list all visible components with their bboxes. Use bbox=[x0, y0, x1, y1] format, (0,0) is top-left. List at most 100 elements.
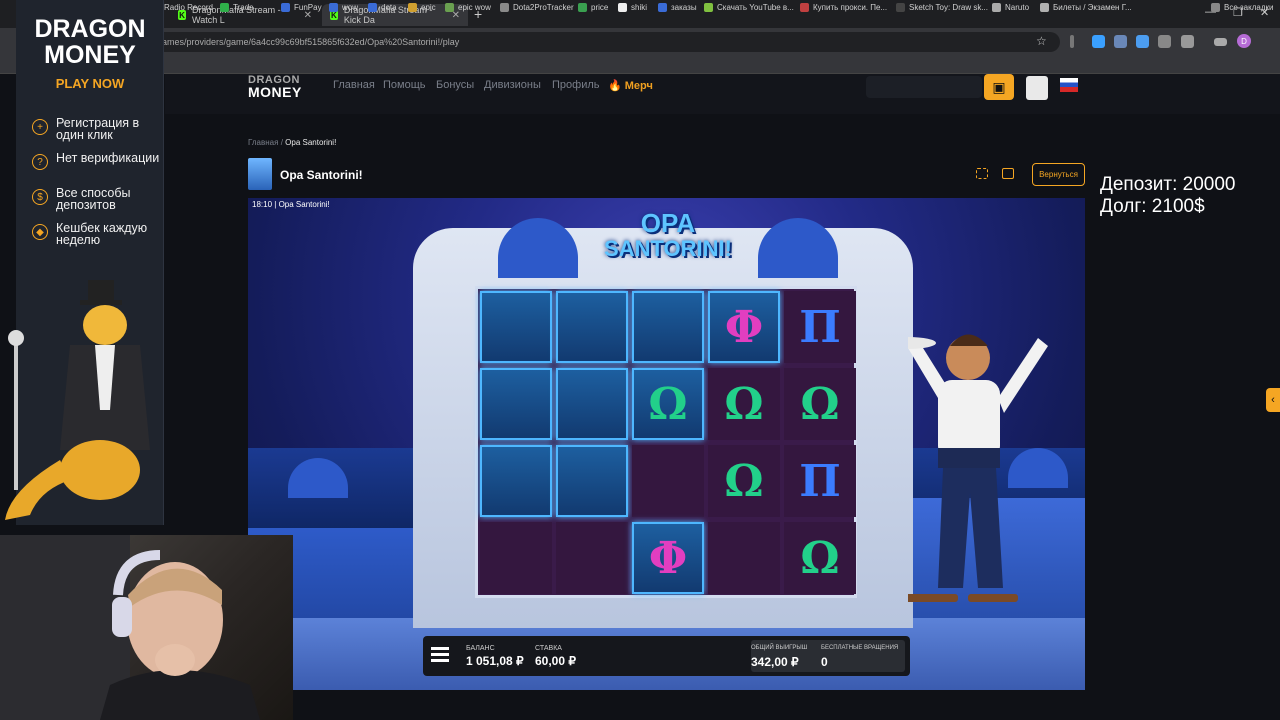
game-control-bar: БАЛАНС 1 051,08 ₽ СТАВКА 60,00 ₽ ОБЩИЙ В… bbox=[423, 636, 910, 676]
extension-icon[interactable] bbox=[1136, 35, 1149, 48]
omega-symbol: Ω bbox=[708, 445, 780, 517]
ad-title: DRAGON MONEY bbox=[34, 15, 146, 69]
menu-icon[interactable] bbox=[1214, 38, 1227, 46]
bookmark-item[interactable]: Dota2ProTracker bbox=[500, 3, 574, 12]
reel-grid: ΦΠΩΩΩΩΠΦΩ bbox=[475, 286, 857, 598]
nav-merch[interactable]: 🔥 Мерч bbox=[608, 79, 653, 92]
fullscreen-icon[interactable] bbox=[976, 168, 988, 179]
breadcrumb: Главная / Opa Santorini! bbox=[248, 138, 337, 147]
folder-icon bbox=[1211, 3, 1220, 12]
nav-divisions[interactable]: Дивизионы bbox=[484, 79, 541, 91]
bookmark-item[interactable]: FunPay bbox=[281, 3, 322, 12]
bookmark-item[interactable]: Sketch Toy: Draw sk... bbox=[896, 3, 988, 12]
bookmark-item[interactable]: Скачать YouTube в... bbox=[704, 3, 794, 12]
bookmark-item[interactable]: epic bbox=[408, 3, 436, 12]
theater-mode-icon[interactable] bbox=[1002, 168, 1014, 179]
pi-symbol: Π bbox=[784, 291, 856, 363]
bookmark-item[interactable]: Trade bbox=[220, 3, 254, 12]
reel-cell-empty bbox=[556, 291, 628, 363]
nav-home[interactable]: Главная bbox=[333, 79, 375, 91]
bookmark-icon bbox=[704, 3, 713, 12]
nav-bonuses[interactable]: Бонусы bbox=[436, 79, 474, 91]
omega-symbol: Ω bbox=[632, 368, 704, 440]
bookmark-item[interactable]: Radio Record bbox=[164, 3, 213, 12]
bookmark-icon bbox=[992, 3, 1001, 12]
site-logo[interactable]: DRAGON MONEY bbox=[248, 74, 302, 99]
user-avatar[interactable] bbox=[1026, 76, 1048, 100]
extension-icon[interactable] bbox=[1114, 35, 1127, 48]
pi-symbol: Π bbox=[784, 445, 856, 517]
language-flag-icon[interactable] bbox=[1060, 78, 1078, 92]
reel-cell-dark bbox=[708, 522, 780, 594]
wallet-icon[interactable]: ▣ bbox=[984, 74, 1014, 100]
extension-icon[interactable] bbox=[1070, 35, 1074, 48]
chevron-left-icon[interactable]: ‹ bbox=[1266, 388, 1280, 412]
bookmark-item[interactable]: Naruto bbox=[992, 3, 1029, 12]
breadcrumb-home[interactable]: Главная bbox=[248, 138, 278, 147]
total-win-value: 342,00 ₽ bbox=[751, 655, 799, 669]
debt-text: Долг: 2100$ bbox=[1100, 196, 1205, 217]
bookmark-star-icon[interactable]: ☆ bbox=[1036, 34, 1047, 48]
breadcrumb-current: Opa Santorini! bbox=[285, 138, 337, 147]
bookmark-item[interactable]: Купить прокси. Пе... bbox=[800, 3, 887, 12]
game-frame[interactable]: OPA SANTORINI! 18:10 | Opa Santorini! Φ Π… bbox=[248, 198, 1085, 690]
bookmark-item[interactable]: заказы bbox=[658, 3, 697, 12]
dome-top-left bbox=[498, 218, 578, 278]
ad-feature: ? Нет верификации bbox=[32, 152, 162, 170]
game-thumbnail bbox=[248, 158, 272, 190]
free-spins-label: БЕСПЛАТНЫЕ ВРАЩЕНИЯ bbox=[821, 645, 899, 651]
dragon-mascot bbox=[5, 280, 150, 520]
extension-icon[interactable] bbox=[1092, 35, 1105, 48]
plus-icon: + bbox=[32, 119, 48, 135]
nav-profile[interactable]: Профиль bbox=[552, 79, 600, 91]
nav-help[interactable]: Помощь bbox=[383, 79, 426, 91]
free-spins-value: 0 bbox=[821, 655, 828, 669]
streamer-figure bbox=[0, 535, 260, 720]
balance-label: БАЛАНС bbox=[466, 645, 495, 652]
fire-icon: 🔥 bbox=[608, 80, 622, 92]
bet-value[interactable]: 60,00 ₽ bbox=[535, 654, 576, 668]
puzzle-icon[interactable] bbox=[1181, 35, 1194, 48]
address-bar: ames/providers/game/6a4cc99c69bf515865f6… bbox=[0, 28, 1280, 56]
game-header: 18:10 | Opa Santorini! bbox=[252, 200, 330, 209]
hamburger-menu-icon[interactable] bbox=[431, 647, 449, 665]
omega-symbol: Ω bbox=[784, 368, 856, 440]
reel-cell-empty bbox=[556, 368, 628, 440]
ad-cta[interactable]: PLAY NOW bbox=[16, 76, 164, 91]
reel-cell-empty bbox=[480, 291, 552, 363]
reel-cell-empty bbox=[480, 368, 552, 440]
bookmark-item[interactable]: dota bbox=[368, 3, 397, 12]
extension-icon[interactable] bbox=[1158, 35, 1171, 48]
balance-value: 1 051,08 ₽ bbox=[466, 654, 524, 668]
ad-feature: + Регистрация в один клик bbox=[32, 117, 162, 141]
bookmark-icon bbox=[896, 3, 905, 12]
url-field[interactable]: ames/providers/game/6a4cc99c69bf515865f6… bbox=[150, 32, 1060, 52]
reel-cell-empty bbox=[632, 291, 704, 363]
bookmark-icon bbox=[220, 3, 229, 12]
bookmark-icon bbox=[618, 3, 627, 12]
omega-symbol: Ω bbox=[708, 368, 780, 440]
dome-top-right bbox=[758, 218, 838, 278]
all-bookmarks[interactable]: Все закладки bbox=[1211, 3, 1273, 12]
profile-avatar[interactable]: D bbox=[1237, 34, 1251, 48]
bookmark-icon bbox=[368, 3, 377, 12]
omega-symbol: Ω bbox=[784, 522, 856, 594]
bookmark-icon bbox=[578, 3, 587, 12]
back-button[interactable]: Вернуться bbox=[1032, 163, 1085, 186]
header-search[interactable] bbox=[866, 76, 982, 98]
total-win-label: ОБЩИЙ ВЫИГРЫШ bbox=[751, 645, 808, 651]
bookmark-item[interactable]: epic wow bbox=[445, 3, 491, 12]
game-logo: OPA SANTORINI! bbox=[604, 208, 732, 261]
waiter-character bbox=[908, 334, 1048, 602]
stream-overlay: Депозит: 20000 Долг: 2100$ bbox=[1100, 174, 1236, 218]
reel-cell-dark bbox=[632, 445, 704, 517]
bookmark-item[interactable]: price bbox=[578, 3, 608, 12]
bookmark-item[interactable]: wow bbox=[329, 3, 358, 12]
bookmark-icon bbox=[658, 3, 667, 12]
phi-symbol: Φ bbox=[632, 522, 704, 594]
page-title: Opa Santorini! bbox=[280, 168, 363, 182]
bookmark-icon bbox=[408, 3, 417, 12]
deposit-text: Депозит: 20000 bbox=[1100, 174, 1236, 195]
bookmark-item[interactable]: shiki bbox=[618, 3, 647, 12]
bookmark-item[interactable]: Билеты / Экзамен Г... bbox=[1040, 3, 1132, 12]
